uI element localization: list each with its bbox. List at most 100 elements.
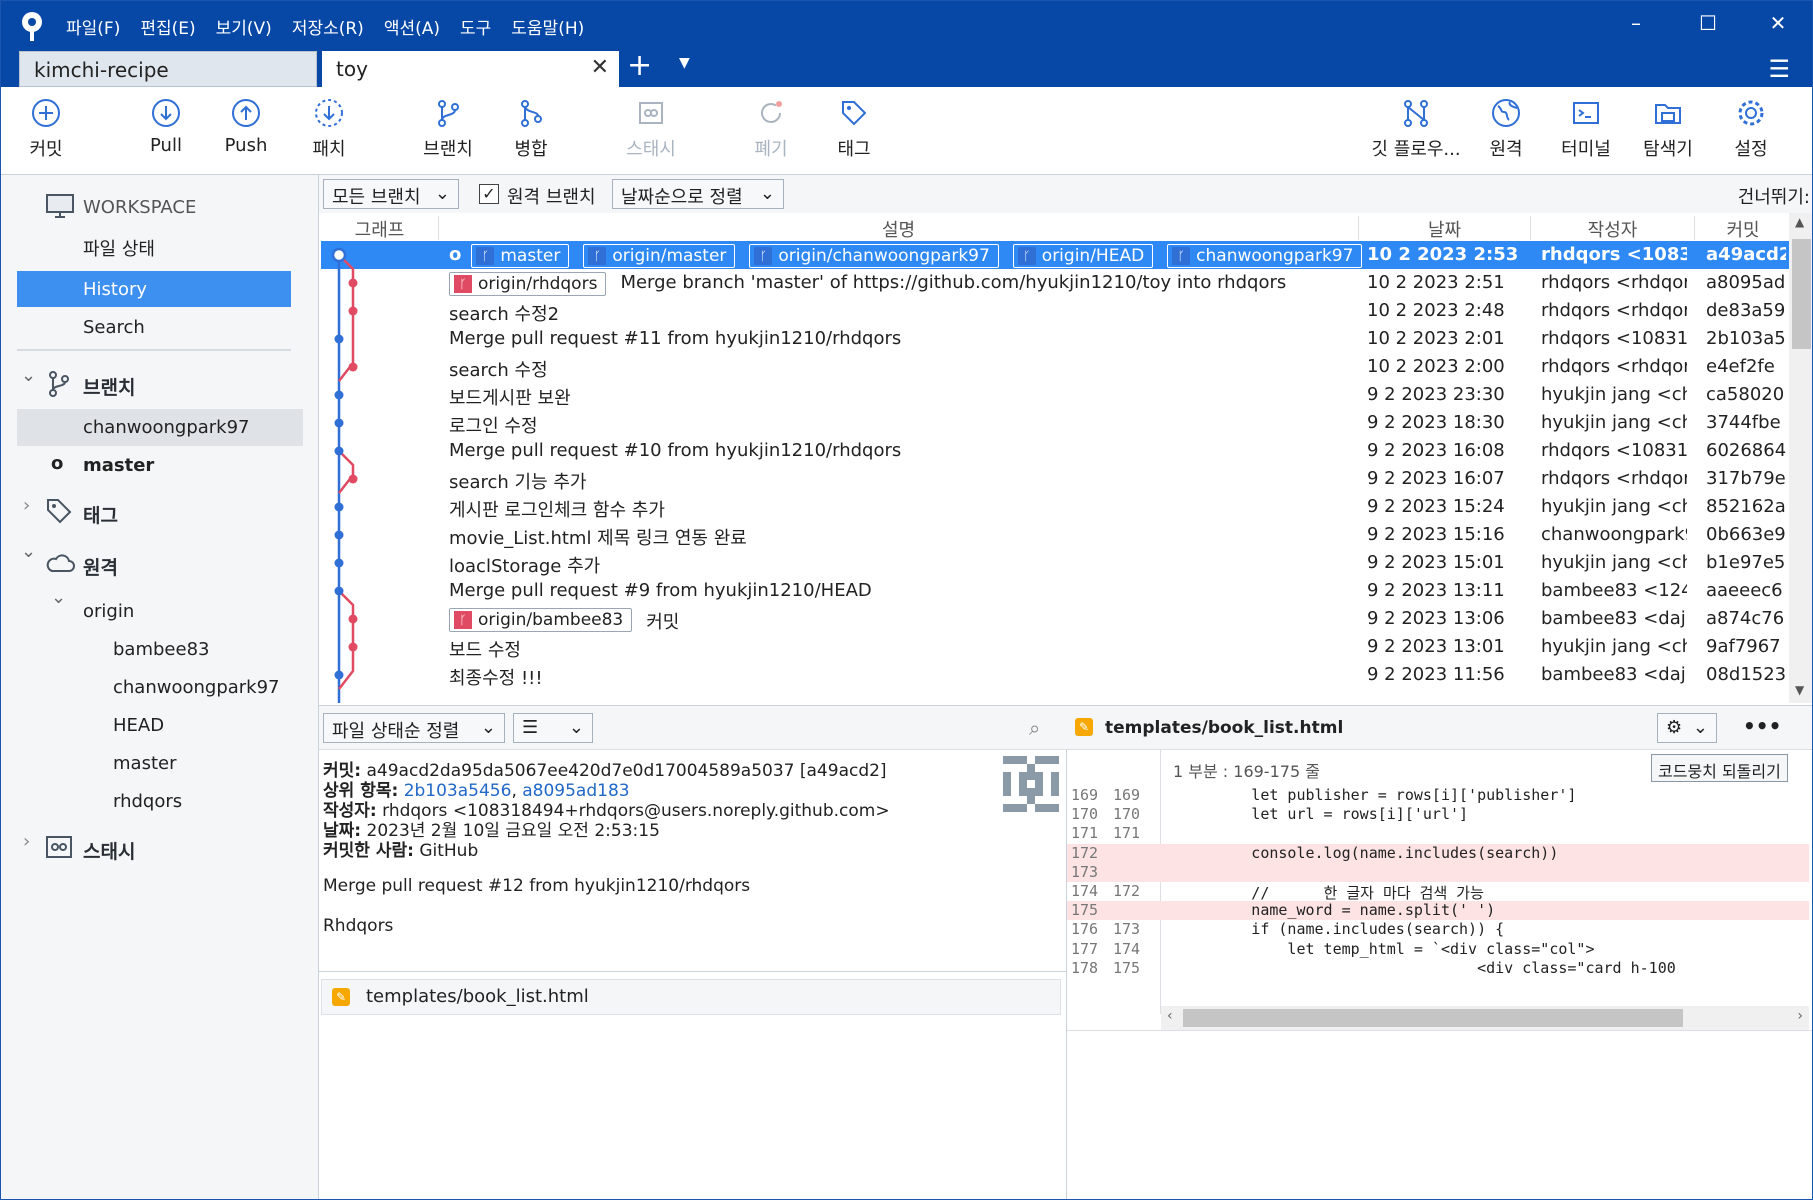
minimize-button[interactable]: – [1621, 11, 1651, 35]
commit-row[interactable]: 보드게시판 보완 9 2 2023 23:30 hyukjin jang <cha c… [321, 381, 1789, 409]
branches-header[interactable]: 브랜치 [83, 373, 135, 400]
view-mode-dropdown[interactable]: ☰ ⌄ [513, 713, 593, 743]
sidebar-item-remote-branch[interactable]: bambee83 [113, 639, 209, 660]
commit-row[interactable]: 게시판 로그인체크 함수 추가 9 2 2023 15:24 hyukjin jan… [321, 493, 1789, 521]
branch-ref-label[interactable]: ᚴ origin/master [583, 244, 736, 268]
menu-file[interactable]: 파일(F) [66, 14, 120, 39]
scrollbar-thumb[interactable] [1792, 239, 1811, 349]
sidebar-item-remote-branch[interactable]: chanwoongpark97 [113, 677, 280, 698]
sidebar-item-remote-branch[interactable]: master [113, 753, 176, 774]
chevron-down-icon[interactable]: ⌄ [21, 541, 36, 562]
commit-row[interactable]: search 수정 10 2 2023 2:00 rhdqors <rhdqors e… [321, 353, 1789, 381]
chevron-right-icon[interactable]: › [23, 495, 30, 516]
merge-button[interactable]: 병합 [486, 97, 576, 161]
commit-row[interactable]: 최종수정 !!! 9 2 2023 11:56 bambee83 <daj09 08d… [321, 661, 1789, 689]
terminal-button[interactable]: 터미널 [1541, 97, 1631, 161]
close-tab-icon[interactable]: ✕ [591, 55, 609, 80]
commit-row[interactable]: 로그인 수정 9 2 2023 18:30 hyukjin jang <cha 374… [321, 409, 1789, 437]
sidebar-item-history[interactable] [17, 271, 291, 307]
tag-button[interactable]: 태그 [809, 97, 899, 161]
commit-hash: a8095ad [1706, 272, 1786, 293]
menu-repository[interactable]: 저장소(R) [292, 14, 364, 39]
commit-row[interactable]: Merge pull request #11 from hyukjin1210/… [321, 325, 1789, 353]
branch-button[interactable]: 브랜치 [403, 97, 493, 161]
commit-row[interactable]: Merge pull request #10 from hyukjin1210/… [321, 437, 1789, 465]
diff-horizontal-scrollbar[interactable]: ‹ › [1161, 1006, 1809, 1030]
commit-row[interactable]: loaclStorage 추가 9 2 2023 15:01 hyukjin jan… [321, 549, 1789, 577]
tab-label: toy [336, 57, 368, 81]
commit-row[interactable]: movie_List.html 제목 링크 연동 완료 9 2 2023 15:1… [321, 521, 1789, 549]
sort-dropdown[interactable]: 날짜순으로 정렬 ⌄ [612, 179, 784, 209]
sidebar-item-remote-origin[interactable]: origin [83, 601, 134, 622]
close-window-button[interactable]: ✕ [1763, 11, 1793, 35]
scroll-left-icon[interactable]: ‹ [1167, 1008, 1173, 1024]
discard-button[interactable]: 폐기 [726, 97, 816, 161]
tab-list-dropdown-icon[interactable]: ▼ [679, 55, 690, 71]
chevron-down-icon[interactable]: ⌄ [51, 587, 66, 608]
menu-tools[interactable]: 도구 [460, 14, 491, 39]
settings-button[interactable]: 설정 [1706, 97, 1796, 161]
commit-description: 보드 수정 [449, 636, 521, 662]
remote-branches-checkbox[interactable]: ✓ [479, 184, 499, 204]
chevron-right-icon[interactable]: › [23, 831, 30, 852]
sidebar-item-search[interactable]: Search [83, 317, 145, 338]
maximize-button[interactable]: ☐ [1693, 11, 1723, 35]
branch-ref-label[interactable]: ᚴ origin/chanwoongpark97 [749, 244, 999, 268]
menu-actions[interactable]: 액션(A) [384, 14, 440, 39]
scroll-right-icon[interactable]: › [1797, 1008, 1803, 1024]
sidebar-item-file-status[interactable]: 파일 상태 [83, 235, 155, 261]
commit-row[interactable]: o ᚴ master ᚴ origin/master ᚴ origin/chanwoongp… [321, 241, 1789, 269]
tags-header[interactable]: 태그 [83, 501, 118, 528]
commit-row[interactable]: ᚴ origin/rhdqors Merge branch 'master' of … [321, 269, 1789, 297]
branch-ref-label[interactable]: ᚴ master [471, 244, 570, 268]
scroll-up-icon[interactable]: ▲ [1795, 215, 1804, 229]
column-graph[interactable]: 그래프 [321, 216, 439, 241]
menu-view[interactable]: 보기(V) [216, 14, 272, 39]
branch-filter-dropdown[interactable]: 모든 브랜치 ⌄ [323, 179, 459, 209]
diff-line: 171 171 [1067, 824, 1809, 843]
commit-button[interactable]: 커밋 [1, 97, 91, 161]
scrollbar-thumb[interactable] [1183, 1009, 1683, 1027]
add-tab-icon[interactable]: + [627, 47, 652, 85]
commit-row[interactable]: search 기능 추가 9 2 2023 16:07 rhdqors <rhdqo… [321, 465, 1789, 493]
column-commit[interactable]: 커밋 [1695, 216, 1791, 241]
tab-kimchi-recipe[interactable]: kimchi-recipe [19, 51, 317, 87]
chevron-down-icon[interactable]: ⌄ [21, 365, 36, 386]
column-description[interactable]: 설명 [439, 216, 1359, 241]
branch-ref-name: origin/rhdqors [478, 274, 598, 294]
scroll-down-icon[interactable]: ▼ [1795, 683, 1804, 697]
sidebar-item-remote-branch[interactable]: rhdqors [113, 791, 182, 812]
push-button[interactable]: Push [201, 97, 291, 156]
search-icon[interactable]: ⌕ [1029, 716, 1040, 740]
changed-file-item[interactable]: ✎ templates/book_list.html [321, 979, 1061, 1015]
column-author[interactable]: 작성자 [1531, 216, 1695, 241]
sidebar-item-remote-branch[interactable]: HEAD [113, 715, 164, 736]
remote-button[interactable]: 원격 [1461, 97, 1551, 161]
commit-row[interactable]: ᚴ origin/bambee83 커밋 9 2 2023 13:06 bambee83… [321, 605, 1789, 633]
hamburger-menu-icon[interactable]: ☰ [1768, 55, 1790, 83]
menu-edit[interactable]: 편집(E) [140, 14, 195, 39]
stashes-header[interactable]: 스태시 [83, 837, 135, 864]
branch-ref-label[interactable]: ᚴ chanwoongpark97 [1167, 244, 1363, 268]
file-sort-dropdown[interactable]: 파일 상태순 정렬 ⌄ [323, 713, 505, 743]
sidebar-item-branch-master[interactable]: master [83, 455, 154, 476]
diff-options-dropdown[interactable]: ⚙ ⌄ [1657, 713, 1717, 743]
more-options-icon[interactable]: ••• [1743, 714, 1781, 738]
remotes-header[interactable]: 원격 [83, 553, 118, 580]
revert-hunk-button[interactable]: 코드뭉치 되돌리기 [1651, 754, 1788, 782]
commit-list-scrollbar[interactable]: ▲ ▼ [1789, 213, 1812, 703]
column-date[interactable]: 날짜 [1359, 216, 1531, 241]
fetch-button[interactable]: 패치 [284, 97, 374, 161]
stash-button[interactable]: 스태시 [606, 97, 696, 161]
branch-ref-label[interactable]: ᚴ origin/HEAD [1012, 244, 1154, 268]
commit-row[interactable]: 보드 수정 9 2 2023 13:01 hyukjin jang <cha 9af7… [321, 633, 1789, 661]
tab-toy[interactable]: toy ✕ [322, 51, 619, 87]
explorer-button[interactable]: 탐색기 [1623, 97, 1713, 161]
pull-button[interactable]: Pull [121, 97, 211, 156]
menu-help[interactable]: 도움말(H) [511, 14, 584, 39]
branch-ref-label[interactable]: ᚴ origin/rhdqors [449, 272, 607, 296]
git-flow-button[interactable]: 깃 플로우... [1366, 97, 1466, 161]
branch-ref-label[interactable]: ᚴ origin/bambee83 [449, 608, 633, 632]
commit-row[interactable]: search 수정2 10 2 2023 2:48 rhdqors <rhdqors… [321, 297, 1789, 325]
commit-row[interactable]: Merge pull request #9 from hyukjin1210/H… [321, 577, 1789, 605]
